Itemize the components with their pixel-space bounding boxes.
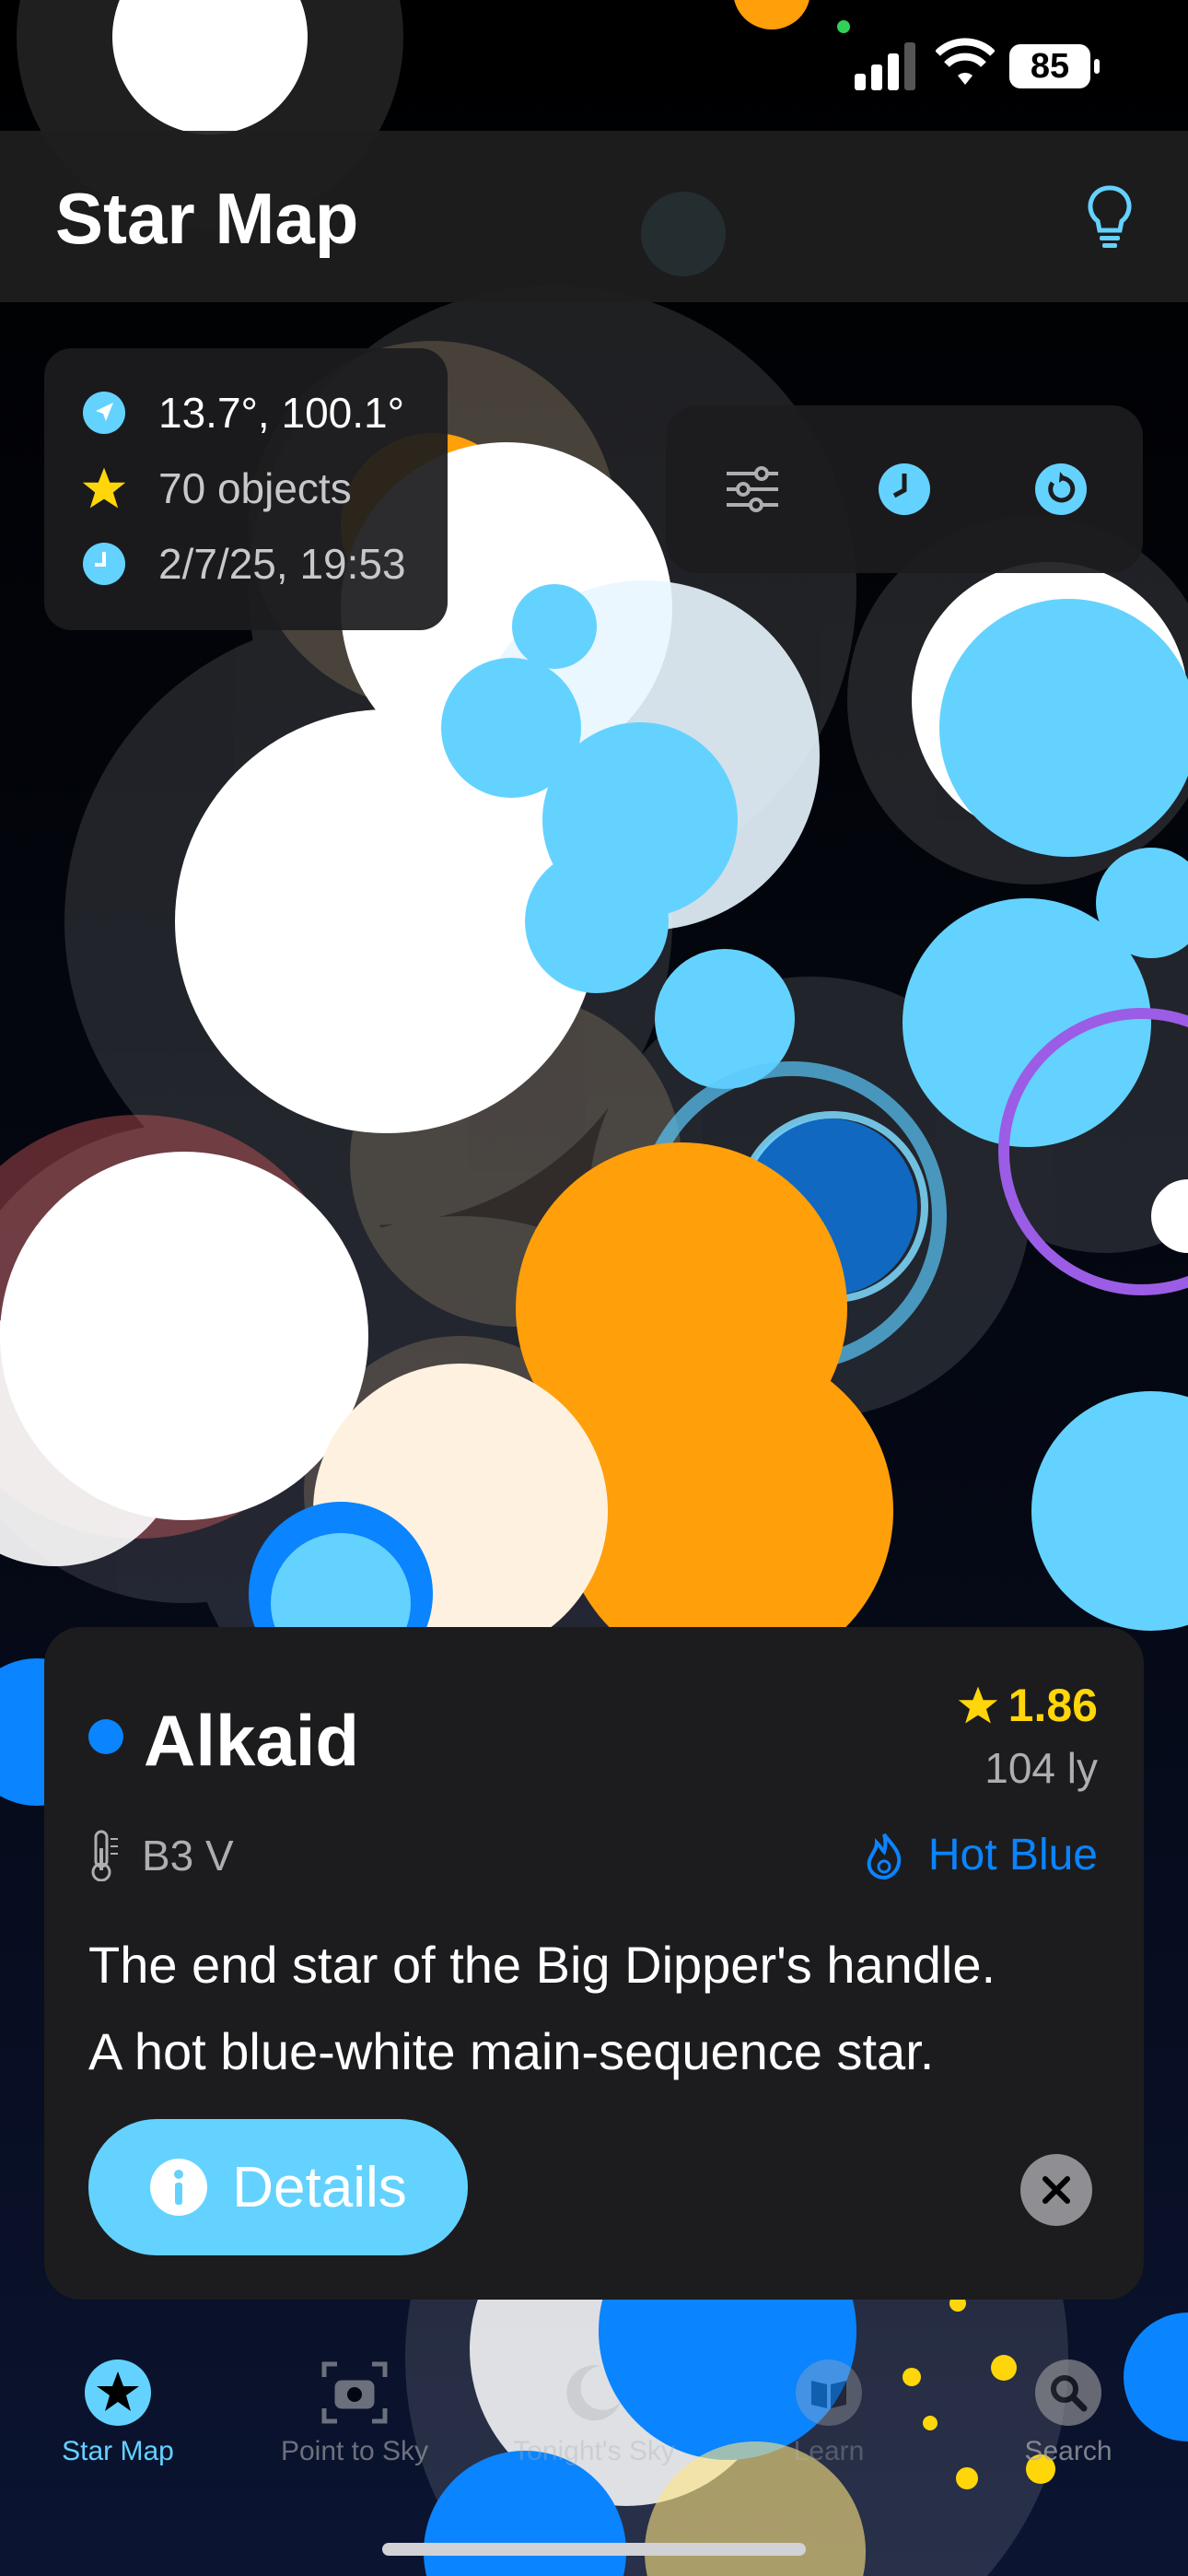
details-button-label: Details [232,2155,407,2219]
star-icon [958,1686,997,1724]
magnitude-value: 1.86 [1007,1680,1098,1731]
clock-icon [879,463,930,515]
star-color-dot [88,1719,123,1754]
spectral-class-text: B3 V [142,1832,234,1879]
details-button[interactable]: Details [88,2119,468,2255]
spectral-class: B3 V [88,1830,234,1881]
datetime-text: 2/7/25, 19:53 [158,540,406,588]
star-detail-card: Alkaid 1.86 104 ly B3 V Hot Blue The end… [44,1627,1144,2300]
page-title: Star Map [55,178,359,259]
flame-icon [867,1832,902,1879]
lightbulb-icon[interactable] [1087,184,1133,251]
home-indicator[interactable] [382,2543,806,2556]
moon-icon [560,2359,628,2427]
object-count-row: 70 objects [81,461,352,516]
star-circle-icon [84,2359,152,2427]
reset-button[interactable] [1030,458,1092,521]
camera-indicator [837,20,850,33]
battery-icon: 85 [1009,44,1100,88]
tab-point-to-sky[interactable]: Point to Sky [262,2359,447,2467]
reset-icon [1035,463,1087,515]
tab-tonights-sky[interactable]: Tonight's Sky [502,2359,686,2467]
tab-label: Point to Sky [280,2436,429,2466]
temperature-label: Hot Blue [864,1830,1098,1880]
close-button[interactable] [1020,2154,1092,2226]
star-icon [81,465,127,511]
thermometer-icon [91,1830,118,1881]
datetime-row: 2/7/25, 19:53 [81,536,406,591]
tab-label: Tonight's Sky [513,2436,675,2466]
status-bar: 85 [0,0,1188,129]
search-icon [1034,2359,1102,2427]
temperature-text: Hot Blue [927,1831,1098,1879]
star-name: Alkaid [144,1700,360,1781]
tab-learn[interactable]: Learn [737,2359,921,2467]
coordinates-text: 13.7°, 100.1° [158,389,404,437]
map-controls [666,405,1143,573]
info-icon [150,2159,208,2216]
tab-label: Search [1024,2436,1112,2466]
coordinates-row: 13.7°, 100.1° [81,385,404,440]
star-description: The end star of the Big Dipper's handle.… [88,1922,1111,2095]
book-icon [795,2359,863,2427]
object-count-text: 70 objects [158,464,352,512]
clock-icon [81,541,127,587]
camera-icon [320,2359,389,2427]
tab-label: Star Map [62,2436,174,2466]
close-icon [1042,2176,1070,2204]
tab-label: Learn [793,2436,865,2466]
nav-header: Star Map [0,131,1188,302]
location-info-panel: 13.7°, 100.1° 70 objects 2/7/25, 19:53 [44,348,448,630]
description-line-1: The end star of the Big Dipper's handle. [88,1936,996,1994]
sliders-icon[interactable] [721,458,784,521]
magnitude: 1.86 [957,1679,1098,1732]
wifi-icon [936,38,995,85]
cellular-signal-icon [855,42,915,90]
tab-search[interactable]: Search [976,2359,1160,2467]
time-travel-button[interactable] [873,458,936,521]
distance-value: 104 ly [984,1744,1098,1792]
tab-star-map[interactable]: Star Map [26,2359,210,2467]
location-arrow-icon [81,390,127,436]
description-line-2: A hot blue-white main-sequence star. [88,2022,935,2080]
